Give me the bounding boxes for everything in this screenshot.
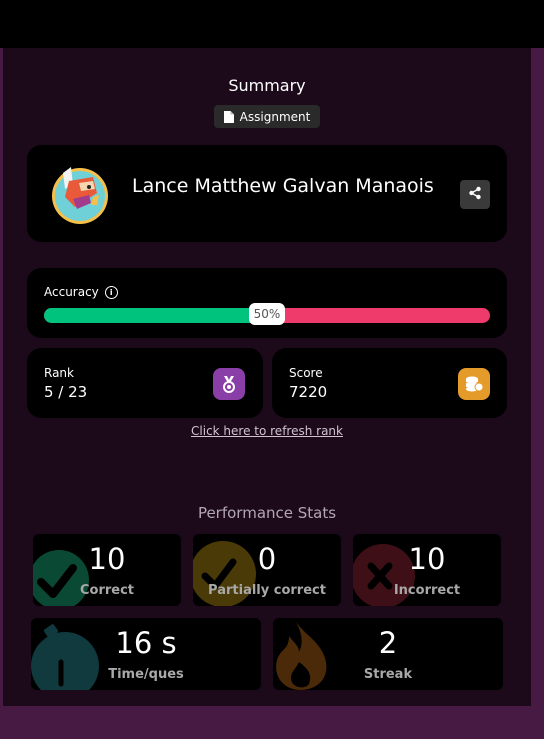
- accuracy-label: Accuracy: [44, 285, 99, 299]
- info-icon[interactable]: i: [104, 285, 118, 299]
- stat-partially-correct: 0 Partially correct: [193, 534, 341, 606]
- score-value: 7220: [289, 383, 328, 401]
- accuracy-bar-fill: [44, 308, 267, 323]
- stat-incorrect: 10 Incorrect: [353, 534, 501, 606]
- stat-time-per-question: 16 s Time/ques: [31, 618, 261, 690]
- streak-label: Streak: [363, 667, 413, 682]
- partially-correct-count: 0: [257, 542, 277, 576]
- accuracy-percent: 50%: [249, 303, 285, 325]
- share-button[interactable]: [460, 180, 490, 209]
- incorrect-label: Incorrect: [393, 583, 461, 598]
- time-per-question-value: 16 s: [115, 626, 177, 660]
- coins-icon: [458, 368, 490, 400]
- player-name: Lance Matthew Galvan Manaois: [132, 175, 434, 197]
- stat-streak: 2 Streak: [273, 618, 503, 690]
- top-bar: [0, 0, 544, 48]
- score-card: Score 7220: [272, 348, 507, 418]
- performance-title: Performance Stats: [197, 504, 337, 522]
- document-icon: [223, 110, 234, 123]
- player-card: Lance Matthew Galvan Manaois: [27, 145, 507, 242]
- time-per-question-label: Time/ques: [108, 667, 184, 682]
- accuracy-heading: Accuracy i: [44, 285, 118, 299]
- share-icon: [468, 185, 482, 204]
- stat-correct: 10 Correct: [33, 534, 181, 606]
- rank-label: Rank: [44, 366, 74, 380]
- mode-label: Assignment: [239, 109, 311, 124]
- correct-count: 10: [88, 542, 126, 576]
- refresh-rank-link[interactable]: Click here to refresh rank: [3, 424, 531, 438]
- accuracy-card: Accuracy i 50%: [27, 268, 507, 338]
- summary-panel: Summary Assignment Lance Matthew Galvan …: [3, 48, 531, 706]
- avatar: [49, 163, 111, 225]
- incorrect-count: 10: [408, 542, 446, 576]
- streak-value: 2: [378, 626, 398, 660]
- rank-card: Rank 5 / 23: [27, 348, 263, 418]
- correct-label: Correct: [79, 583, 135, 598]
- page-title: Summary: [228, 76, 306, 95]
- mode-badge: Assignment: [214, 105, 320, 128]
- partially-correct-label: Partially correct: [208, 583, 326, 598]
- score-label: Score: [289, 366, 323, 380]
- rank-value: 5 / 23: [44, 383, 88, 401]
- medal-icon: [213, 368, 245, 400]
